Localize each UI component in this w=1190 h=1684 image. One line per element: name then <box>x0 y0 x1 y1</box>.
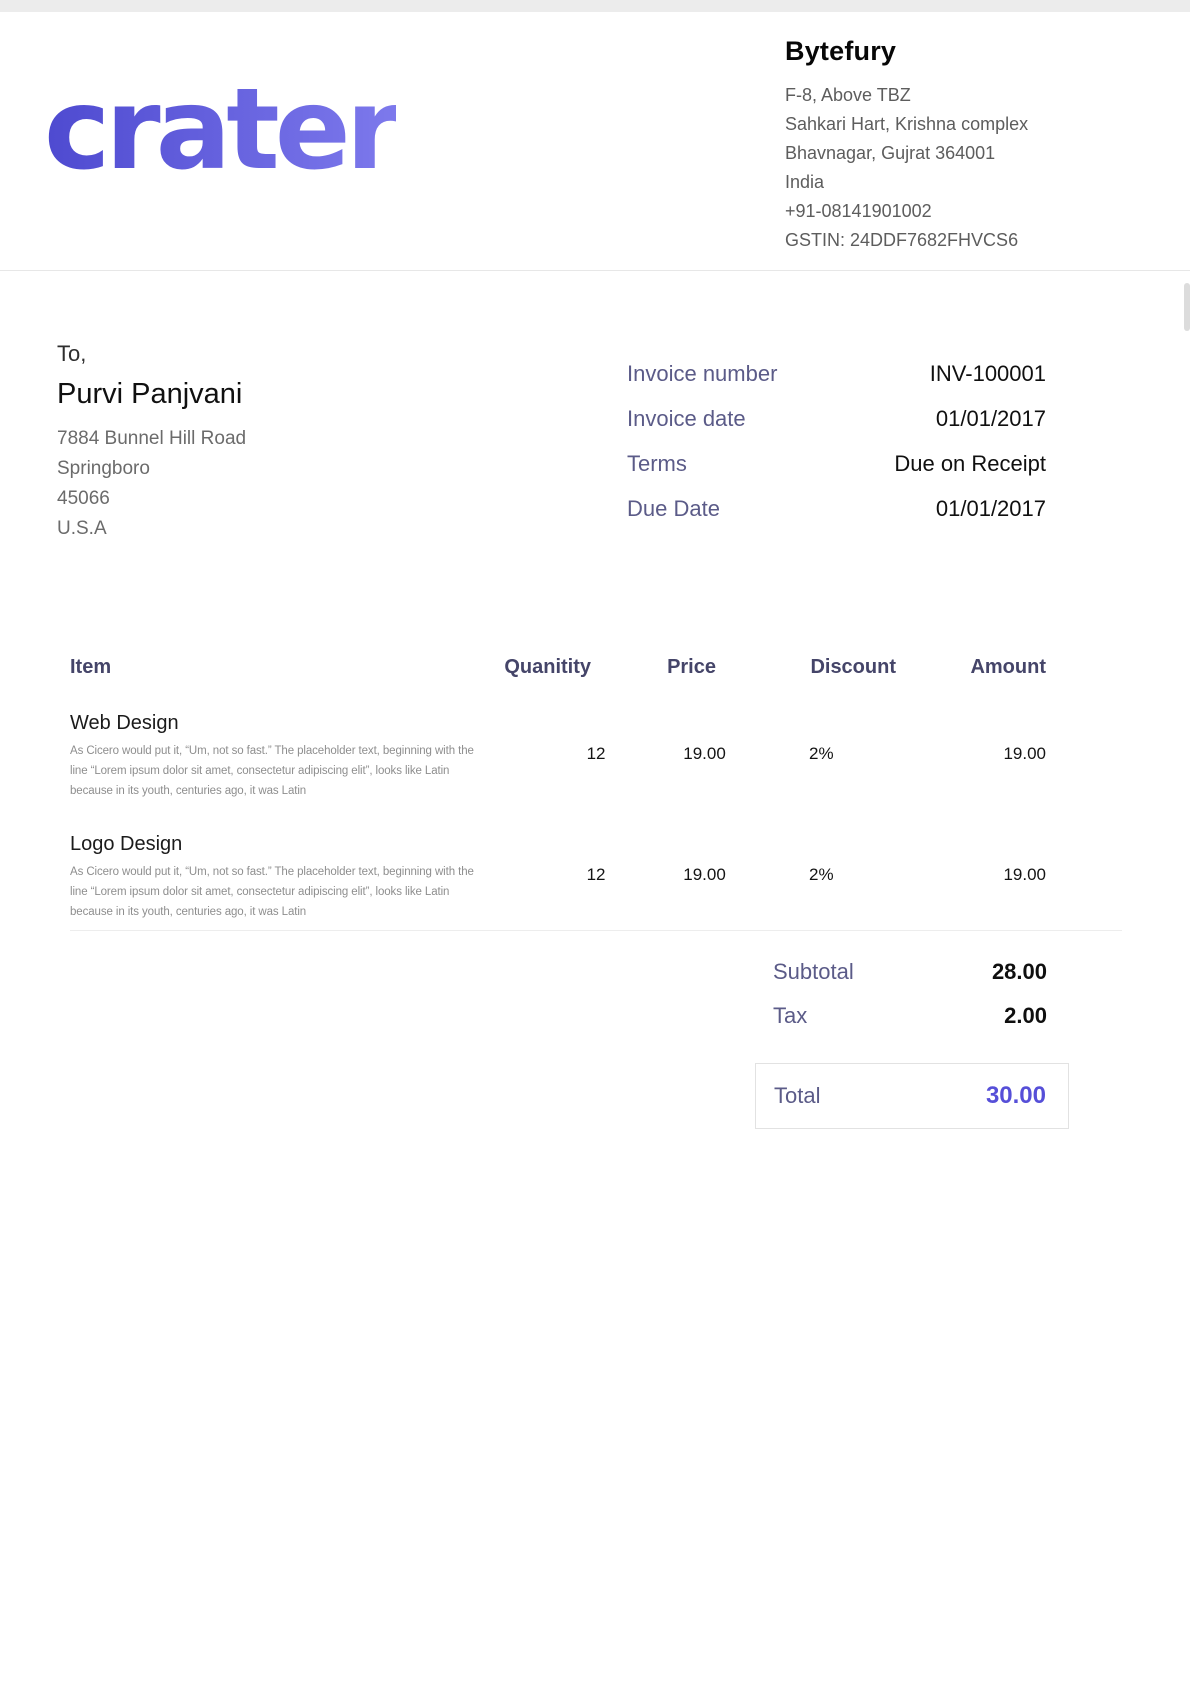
bill-to-intro: To, <box>57 341 246 367</box>
invoice-date-value: 01/01/2017 <box>936 406 1046 432</box>
customer-address-line: 7884 Bunnel Hill Road <box>57 424 246 454</box>
tax-row: Tax 2.00 <box>755 994 1069 1038</box>
invoice-page: crater Bytefury F-8, Above TBZ Sahkari H… <box>0 0 1190 1684</box>
invoice-date-label: Invoice date <box>627 406 746 432</box>
totals-block: Subtotal 28.00 Tax 2.00 Total 30.00 <box>755 950 1069 1129</box>
invoice-meta: Invoice number INV-100001 Invoice date 0… <box>627 351 1046 531</box>
header-price: Price <box>591 656 716 678</box>
company-address-line: Sahkari Hart, Krishna complex <box>785 110 1028 139</box>
terms-label: Terms <box>627 451 687 477</box>
item-discount: 2% <box>726 833 902 883</box>
item-name: Logo Design <box>70 833 490 855</box>
header-discount: Discount <box>716 656 896 678</box>
customer-name: Purvi Panjvani <box>57 378 246 411</box>
scrollbar-thumb[interactable] <box>1184 283 1190 331</box>
header-item: Item <box>70 656 471 678</box>
due-date-row: Due Date 01/01/2017 <box>627 486 1046 531</box>
invoice-number-label: Invoice number <box>627 361 777 387</box>
invoice-number-value: INV-100001 <box>930 361 1046 387</box>
item-cell: Web Design As Cicero would put it, “Um, … <box>70 712 490 801</box>
header-divider <box>0 270 1190 271</box>
item-amount: 19.00 <box>902 833 1046 883</box>
company-phone: +91-08141901002 <box>785 197 1028 226</box>
table-row: Logo Design As Cicero would put it, “Um,… <box>70 833 1122 922</box>
crater-logo: crater <box>44 74 396 186</box>
company-gstin: GSTIN: 24DDF7682FHVCS6 <box>785 226 1028 255</box>
tax-value: 2.00 <box>1004 1003 1047 1029</box>
terms-row: Terms Due on Receipt <box>627 441 1046 486</box>
due-date-label: Due Date <box>627 496 720 522</box>
header-quantity: Quanitity <box>471 656 591 678</box>
table-bottom-divider <box>70 930 1122 931</box>
item-discount: 2% <box>726 712 902 762</box>
total-label: Total <box>774 1083 820 1109</box>
item-description: As Cicero would put it, “Um, not so fast… <box>70 862 490 922</box>
items-table-header: Item Quanitity Price Discount Amount <box>70 656 1122 678</box>
item-amount: 19.00 <box>902 712 1046 762</box>
window-top-edge <box>0 0 1190 12</box>
total-box: Total 30.00 <box>755 1063 1069 1129</box>
items-table: Item Quanitity Price Discount Amount Web… <box>70 656 1122 931</box>
company-address-line: Bhavnagar, Gujrat 364001 <box>785 139 1028 168</box>
customer-address-line: U.S.A <box>57 514 246 544</box>
item-description: As Cicero would put it, “Um, not so fast… <box>70 741 490 801</box>
item-quantity: 12 <box>490 833 606 883</box>
company-address: F-8, Above TBZ Sahkari Hart, Krishna com… <box>785 81 1028 255</box>
terms-value: Due on Receipt <box>894 451 1046 477</box>
customer-address-line: Springboro <box>57 454 246 484</box>
company-address-line: F-8, Above TBZ <box>785 81 1028 110</box>
company-name: Bytefury <box>785 36 1028 67</box>
item-cell: Logo Design As Cicero would put it, “Um,… <box>70 833 490 922</box>
subtotal-value: 28.00 <box>992 959 1047 985</box>
invoice-date-row: Invoice date 01/01/2017 <box>627 396 1046 441</box>
customer-address-line: 45066 <box>57 484 246 514</box>
company-address-line: India <box>785 168 1028 197</box>
company-info: Bytefury F-8, Above TBZ Sahkari Hart, Kr… <box>785 36 1028 255</box>
subtotal-row: Subtotal 28.00 <box>755 950 1069 994</box>
table-row: Web Design As Cicero would put it, “Um, … <box>70 712 1122 801</box>
subtotal-label: Subtotal <box>773 959 854 985</box>
item-price: 19.00 <box>606 833 726 883</box>
tax-label: Tax <box>773 1003 807 1029</box>
item-price: 19.00 <box>606 712 726 762</box>
due-date-value: 01/01/2017 <box>936 496 1046 522</box>
invoice-number-row: Invoice number INV-100001 <box>627 351 1046 396</box>
item-quantity: 12 <box>490 712 606 762</box>
item-name: Web Design <box>70 712 490 734</box>
total-value: 30.00 <box>986 1082 1046 1110</box>
customer-address: 7884 Bunnel Hill Road Springboro 45066 U… <box>57 424 246 544</box>
bill-to-block: To, Purvi Panjvani 7884 Bunnel Hill Road… <box>57 341 246 544</box>
header-amount: Amount <box>896 656 1046 678</box>
